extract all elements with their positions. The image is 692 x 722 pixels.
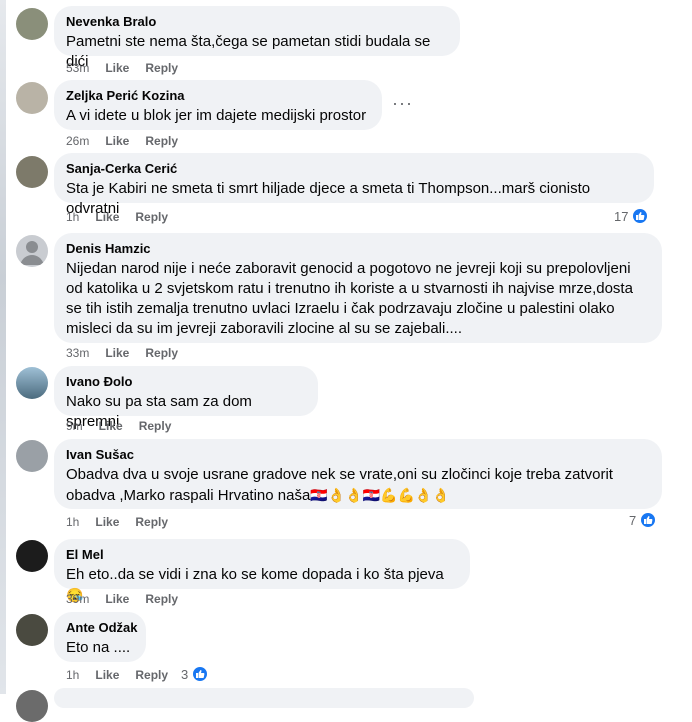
comment-bubble-partial: [54, 688, 474, 708]
reaction-count[interactable]: 17: [614, 207, 650, 225]
comment-actions: 9m Like Reply: [66, 419, 187, 433]
like-button[interactable]: Like: [95, 210, 119, 224]
comment-time[interactable]: 33m: [66, 346, 89, 360]
like-button[interactable]: Like: [95, 515, 119, 529]
reply-button[interactable]: Reply: [145, 592, 178, 606]
comment-bubble: Ivano Đolo Nako su pa sta sam za dom spr…: [54, 366, 318, 430]
avatar-partial[interactable]: [16, 690, 48, 722]
comment-author[interactable]: Ivan Sušac: [66, 447, 650, 463]
reaction-number: 17: [614, 208, 629, 224]
reply-button[interactable]: Reply: [145, 61, 178, 75]
comment-time[interactable]: 9m: [66, 419, 83, 433]
avatar[interactable]: [16, 156, 48, 188]
comment-time[interactable]: 1h: [66, 210, 79, 224]
comment-time[interactable]: 26m: [66, 134, 89, 148]
comment-author[interactable]: Denis Hamzic: [66, 241, 650, 257]
comment-line: od katolika u 2 svjetskom ratu i trenutn…: [66, 280, 633, 297]
comment-bubble: Denis Hamzic Nijedan narod nije i neće z…: [54, 233, 662, 343]
default-avatar-icon: [20, 241, 44, 265]
reply-button[interactable]: Reply: [145, 134, 178, 148]
reply-button[interactable]: Reply: [135, 515, 168, 529]
comment-bubble: Sanja-Cerka Cerić Sta je Kabiri ne smeta…: [54, 153, 654, 217]
reaction-number: 3: [181, 666, 189, 682]
avatar[interactable]: [16, 367, 48, 399]
comment-time[interactable]: 39m: [66, 592, 89, 606]
comment-actions: 33m Like Reply: [66, 346, 194, 360]
comment-time[interactable]: 1h: [66, 515, 79, 529]
reply-button[interactable]: Reply: [135, 210, 168, 224]
comment-line-text: Eh eto..da se vidi i zna ko se kome dopa…: [66, 566, 444, 583]
comment-actions: 1h Like Reply: [66, 668, 184, 682]
comment-line: Nijedan narod nije i neće zaboravit geno…: [66, 260, 631, 277]
like-button[interactable]: Like: [95, 668, 119, 682]
comment-line: obadva ,Marko raspali Hrvatino naša🇭🇷👌👌🇭…: [66, 485, 650, 506]
reaction-number: 7: [629, 512, 637, 528]
like-button[interactable]: Like: [105, 61, 129, 75]
comment-bubble: Ivan Sušac Obadva dva u svoje usrane gra…: [54, 439, 662, 509]
comment-text: A vi idete u blok jer im dajete medijski…: [66, 107, 367, 124]
comment-bubble: Zeljka Perić Kozina A vi idete u blok je…: [54, 80, 382, 130]
like-button[interactable]: Like: [105, 134, 129, 148]
avatar[interactable]: [16, 235, 48, 267]
comment-line: Obadva dva u svoje usrane gradove nek se…: [66, 466, 613, 483]
avatar[interactable]: [16, 440, 48, 472]
comment-author[interactable]: Zeljka Perić Kozina: [66, 88, 370, 104]
comment-text: Eto na ....: [66, 639, 131, 656]
avatar[interactable]: [16, 82, 48, 114]
comment-actions: 1h Like Reply: [66, 210, 184, 224]
comment-actions: 39m Like Reply: [66, 592, 194, 606]
avatar[interactable]: [16, 540, 48, 572]
like-button[interactable]: Like: [105, 592, 129, 606]
thumbs-up-icon: [639, 511, 658, 529]
comment-author[interactable]: Nevenka Bralo: [66, 14, 448, 30]
reply-button[interactable]: Reply: [145, 346, 178, 360]
comment-actions: 26m Like Reply: [66, 134, 194, 148]
comment-bubble: El Mel Eh eto..da se vidi i zna ko se ko…: [54, 539, 470, 603]
avatar[interactable]: [16, 8, 48, 40]
avatar[interactable]: [16, 614, 48, 646]
comment-line: se tih istih zemalja trenutno uvlaci Izr…: [66, 300, 615, 317]
thumbs-up-icon: [631, 207, 650, 225]
comment-author[interactable]: Ante Odžak: [66, 620, 138, 636]
comment-bubble: Ante Odžak Eto na ....: [54, 612, 146, 662]
thumbs-up-icon: [191, 665, 210, 683]
like-button[interactable]: Like: [99, 419, 123, 433]
more-options-icon[interactable]: ···: [392, 93, 413, 114]
comment-author[interactable]: Sanja-Cerka Cerić: [66, 161, 642, 177]
comment-line-text: obadva ,Marko raspali Hrvatino naša: [66, 487, 311, 504]
comment-time[interactable]: 1h: [66, 668, 79, 682]
reaction-count[interactable]: 7: [629, 511, 658, 529]
comment-author[interactable]: El Mel: [66, 547, 458, 563]
comment-text: Nijedan narod nije i neće zaboravit geno…: [66, 259, 650, 339]
comment-actions: 1h Like Reply: [66, 515, 184, 529]
reaction-count[interactable]: 3: [181, 665, 210, 683]
emoji-sequence: 🇭🇷👌👌🇭🇷💪💪👌👌: [310, 487, 450, 503]
comment-text: Obadva dva u svoje usrane gradove nek se…: [66, 465, 650, 506]
comment-actions: 53m Like Reply: [66, 61, 194, 75]
comment-time[interactable]: 53m: [66, 61, 89, 75]
reply-button[interactable]: Reply: [135, 668, 168, 682]
reply-button[interactable]: Reply: [139, 419, 172, 433]
page-edge-shadow: [0, 0, 6, 694]
comment-author[interactable]: Ivano Đolo: [66, 374, 306, 390]
comment-bubble: Nevenka Bralo Pametni ste nema šta,čega …: [54, 6, 460, 70]
like-button[interactable]: Like: [105, 346, 129, 360]
comment-line: misleci da su im jevreji zaboravili zloc…: [66, 320, 462, 337]
